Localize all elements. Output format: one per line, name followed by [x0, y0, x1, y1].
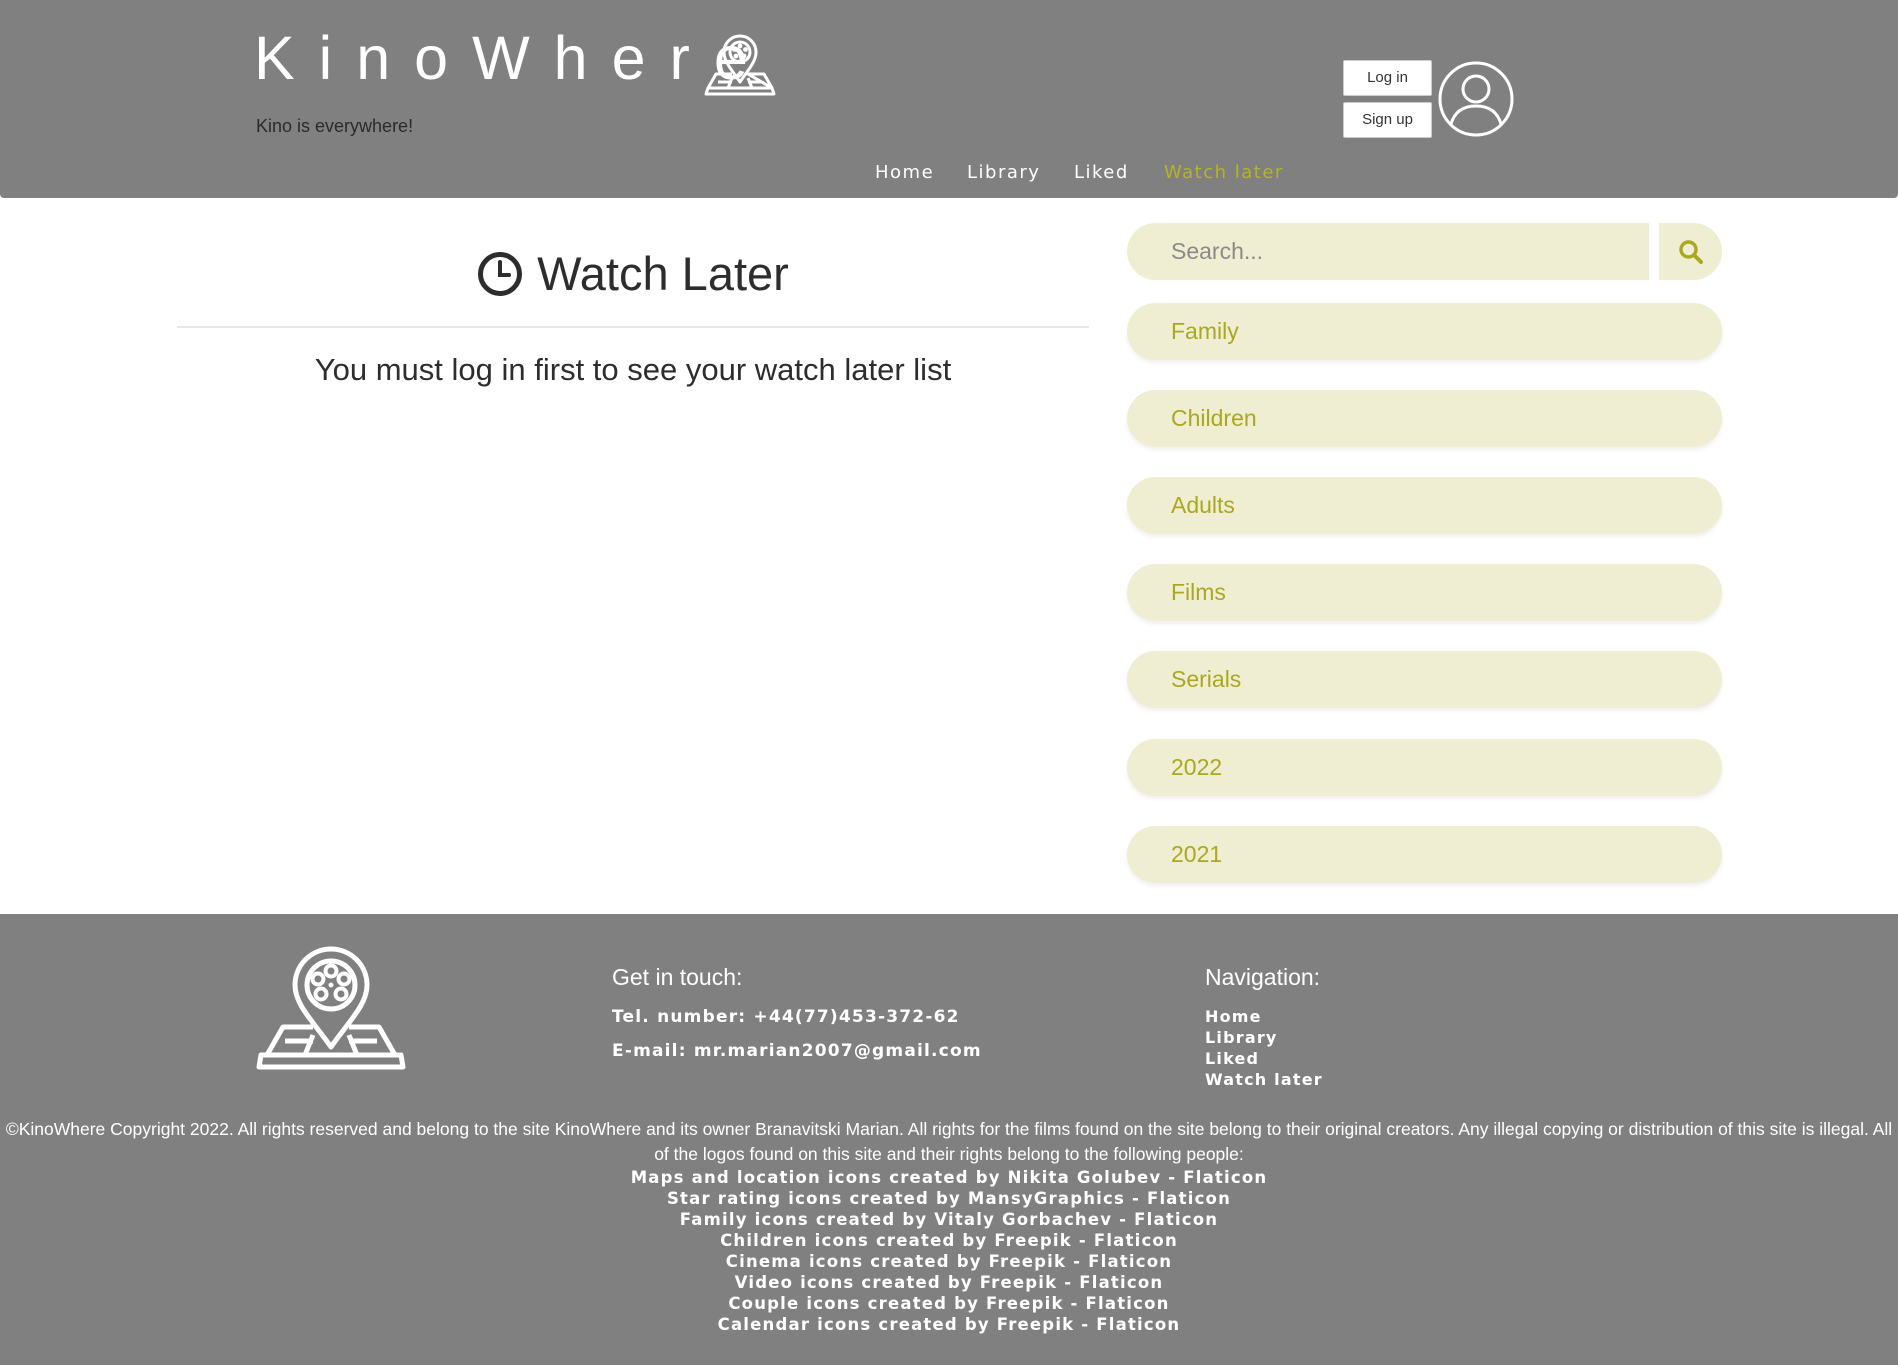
credit-line: Maps and location icons created by Nikit…	[630, 1168, 1268, 1187]
category-serials[interactable]: Serials	[1127, 651, 1722, 708]
category-2021[interactable]: 2021	[1127, 826, 1722, 883]
credit-line: Children icons created by Freepik - Flat…	[720, 1231, 1178, 1250]
tagline: Kino is everywhere!	[256, 116, 414, 136]
footer-nav-liked[interactable]: Liked	[1205, 1048, 1323, 1069]
category-2022[interactable]: 2022	[1127, 739, 1722, 796]
login-button[interactable]: Log in	[1343, 60, 1432, 96]
login-required-message: You must log in first to see your watch …	[314, 352, 952, 387]
nav-watch-later[interactable]: Watch later	[1164, 162, 1284, 183]
credit-line: Star rating icons created by MansyGraphi…	[666, 1189, 1232, 1208]
category-family[interactable]: Family	[1127, 303, 1722, 360]
main-nav: Home Library Liked Watch later	[0, 162, 1898, 188]
search-icon	[1678, 239, 1703, 264]
user-avatar-icon[interactable]	[1437, 60, 1515, 138]
site-header: KinoWhere Kino is everywhere! Log in Sig…	[0, 0, 1898, 198]
category-films[interactable]: Films	[1127, 564, 1722, 621]
page-title-text: Watch Later	[537, 247, 789, 300]
credit-line: Couple icons created by Freepik - Flatic…	[728, 1294, 1170, 1313]
signup-button[interactable]: Sign up	[1343, 102, 1432, 138]
auth-buttons: Log in Sign up	[1343, 60, 1432, 144]
clock-icon	[478, 251, 523, 296]
search-input[interactable]	[1127, 223, 1649, 280]
contact-heading: Get in touch:	[612, 964, 743, 990]
nav-liked[interactable]: Liked	[1074, 162, 1129, 183]
category-adults[interactable]: Adults	[1127, 477, 1722, 534]
category-children[interactable]: Children	[1127, 390, 1722, 447]
footer-nav-home[interactable]: Home	[1205, 1006, 1323, 1027]
title-divider	[177, 326, 1089, 328]
film-reel-location-icon[interactable]	[702, 30, 778, 98]
nav-library[interactable]: Library	[967, 162, 1040, 183]
footer-nav-watch-later[interactable]: Watch later	[1205, 1069, 1323, 1090]
film-reel-location-icon	[256, 946, 406, 1070]
credit-line: Video icons created by Freepik - Flatico…	[734, 1273, 1164, 1292]
footer-nav-library[interactable]: Library	[1205, 1027, 1323, 1048]
footer-nav-heading: Navigation:	[1205, 964, 1321, 990]
credit-line: Cinema icons created by Freepik - Flatic…	[725, 1252, 1173, 1271]
copyright-text: ©KinoWhere Copyright 2022. All rights re…	[5, 1119, 1893, 1164]
credit-line: Family icons created by Vitaly Gorbachev…	[679, 1210, 1219, 1229]
contact-email[interactable]: E-mail: mr.marian2007@gmail.com	[612, 1041, 982, 1061]
contact-phone: Tel. number: +44(77)453-372-62	[612, 1007, 960, 1027]
footer-nav-list: Home Library Liked Watch later	[1205, 1006, 1323, 1090]
page-title-container: Watch Later	[177, 246, 1089, 302]
brand-name[interactable]: KinoWhere	[254, 22, 772, 94]
icon-credits: Maps and location icons created by Nikit…	[0, 1167, 1898, 1335]
nav-home[interactable]: Home	[875, 162, 934, 183]
page-title: Watch Later	[477, 246, 789, 301]
credit-line: Calendar icons created by Freepik - Flat…	[717, 1315, 1181, 1334]
site-footer: Get in touch: Tel. number: +44(77)453-37…	[0, 914, 1898, 1365]
search-button[interactable]	[1659, 223, 1722, 280]
